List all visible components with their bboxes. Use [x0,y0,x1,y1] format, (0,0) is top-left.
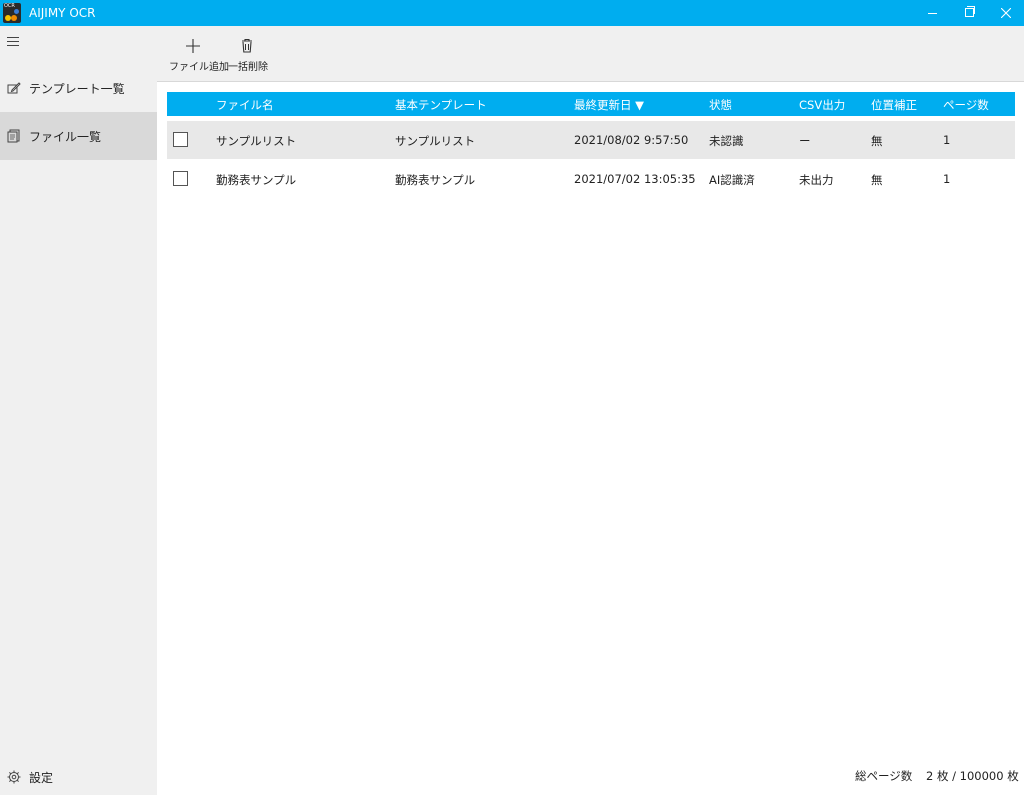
settings-label: 設定 [29,771,54,785]
cell-pages: 1 [943,133,951,147]
column-header-status[interactable]: 状態 [709,97,732,113]
cell-file-name: 勤務表サンプル [216,173,297,187]
table-row[interactable]: 勤務表サンプル 勤務表サンプル 2021/07/02 13:05:35 AI認識… [167,160,1015,198]
document-icon [7,129,20,143]
add-file-label: ファイル追加 [169,62,229,73]
cell-updated: 2021/07/02 13:05:35 [574,172,696,186]
gear-icon [7,770,21,784]
cell-file-name: サンプルリスト [216,134,297,148]
minimize-icon [928,13,937,14]
row-checkbox[interactable] [173,171,188,186]
column-header-updated[interactable]: 最終更新日 ▼ [574,97,644,113]
cell-updated: 2021/08/02 9:57:50 [574,133,689,147]
table-row[interactable]: サンプルリスト サンプルリスト 2021/08/02 9:57:50 未認識 ー… [167,121,1015,159]
cell-status: AI認識済 [709,173,755,187]
trash-icon [242,38,252,53]
edit-icon [7,82,21,94]
restore-button[interactable] [952,0,988,26]
minimize-button[interactable] [914,0,950,26]
logo-dot [14,9,19,14]
sidebar-item-templates[interactable]: テンプレート一覧 [0,64,157,112]
logo-dot [11,15,17,21]
sidebar-item-label: ファイル一覧 [29,130,102,144]
restore-icon-front [965,8,974,17]
title-bar: OCR AIJIMY OCR [0,0,1024,26]
sidebar-item-files[interactable]: ファイル一覧 [0,112,157,160]
cell-template: サンプルリスト [395,134,476,148]
cell-csv: 未出力 [799,173,834,187]
cell-csv: ー [799,134,811,148]
column-header-pages[interactable]: ページ数 [943,97,989,113]
column-header-position[interactable]: 位置補正 [871,97,917,113]
close-button[interactable] [988,0,1024,26]
cell-position: 無 [871,173,883,187]
toolbar: ファイル追加 一括削除 [157,26,1024,82]
settings-button[interactable]: 設定 [0,763,157,791]
app-logo-text: OCR [4,3,15,9]
column-header-template[interactable]: 基本テンプレート [395,97,487,113]
cell-pages: 1 [943,172,951,186]
app-logo-icon: OCR [3,3,21,23]
hamburger-icon[interactable] [7,37,19,46]
add-file-button[interactable]: ファイル追加 [167,26,229,81]
window-title: AIJIMY OCR [29,6,96,20]
column-header-file-name[interactable]: ファイル名 [216,97,274,113]
bulk-delete-button[interactable]: 一括削除 [225,26,269,81]
plus-icon [186,39,200,53]
close-icon [1001,8,1011,18]
total-pages-value: 2 枚 / 100000 枚 [926,769,1019,783]
row-checkbox[interactable] [173,132,188,147]
column-header-csv[interactable]: CSV出力 [799,97,845,113]
cell-status: 未認識 [709,134,744,148]
cell-position: 無 [871,134,883,148]
sidebar: テンプレート一覧 ファイル一覧 設定 [0,26,157,795]
total-pages-label: 総ページ数 [855,769,913,783]
cell-template: 勤務表サンプル [395,173,476,187]
sidebar-item-label: テンプレート一覧 [29,82,125,96]
table-header: ファイル名 基本テンプレート 最終更新日 ▼ 状態 CSV出力 位置補正 ページ… [167,92,1015,116]
bulk-delete-label: 一括削除 [228,62,268,73]
